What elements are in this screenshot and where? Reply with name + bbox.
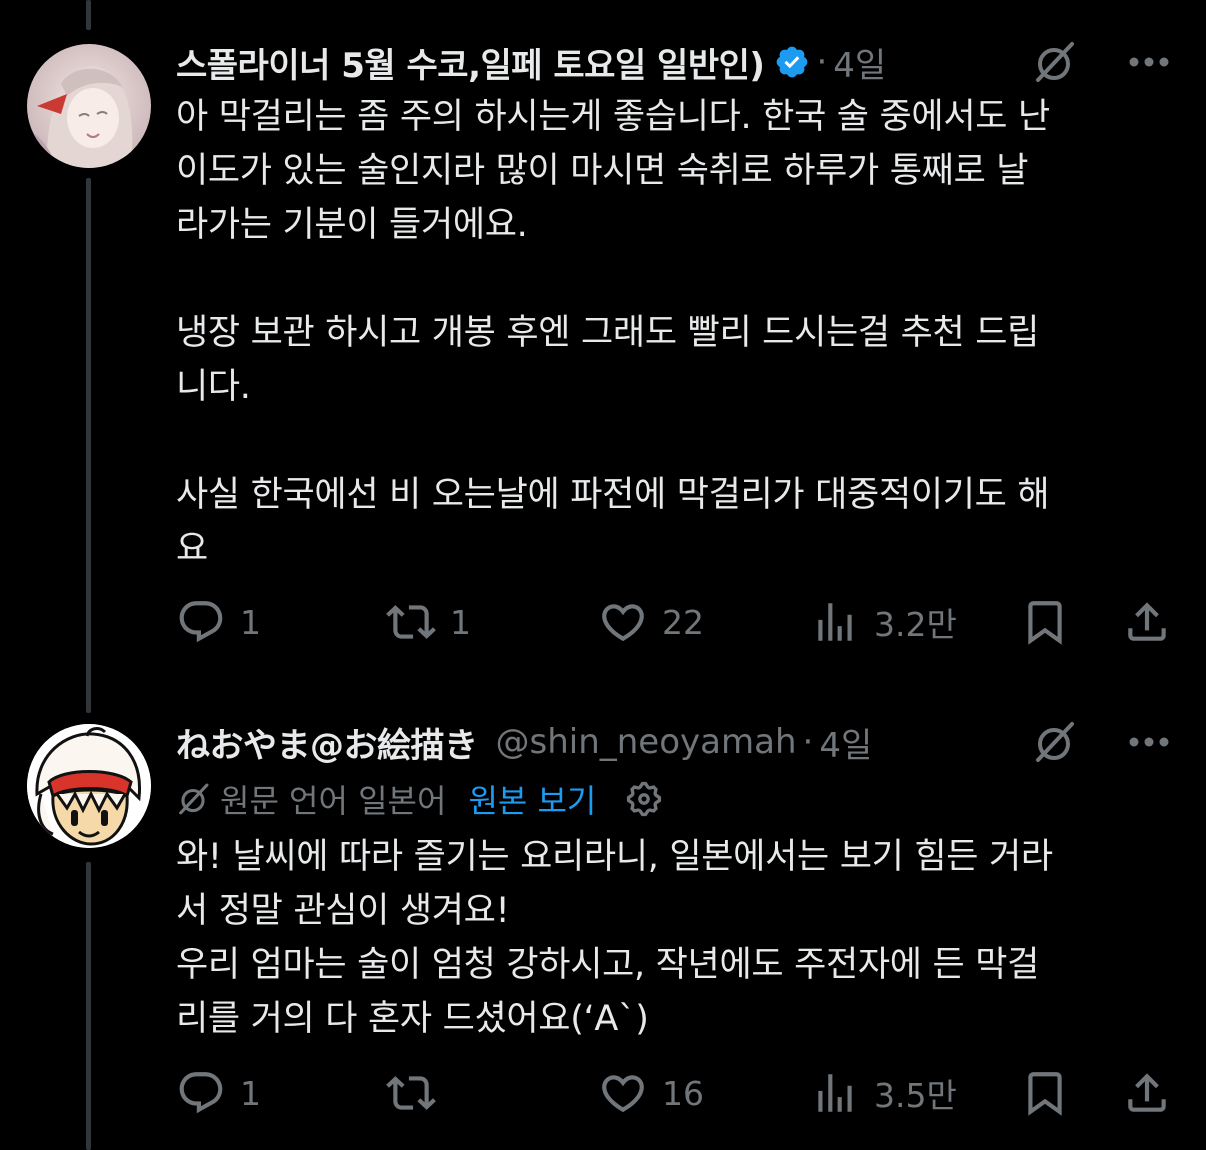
grok-icon[interactable]: [1032, 40, 1076, 84]
views-count: 3.2만: [874, 605, 957, 644]
repost-count: 1: [450, 602, 471, 642]
separator-dot: ·: [802, 722, 814, 762]
like-count: 22: [662, 602, 704, 642]
action-bar: 1 16 3.5만: [176, 1068, 1170, 1118]
post-header-icons: [1032, 32, 1170, 92]
bookmark-button[interactable]: [1020, 597, 1070, 647]
like-icon: [602, 1075, 644, 1113]
verified-icon: [777, 46, 808, 78]
view-original-link[interactable]: 원본 보기: [468, 776, 596, 822]
display-name[interactable]: 스폴라이너 5월 수코,일페 토요일 일반인): [176, 38, 765, 87]
action-bar: 1 1 22 3.2만: [176, 597, 1170, 647]
thread-line-bottom: [86, 862, 91, 1150]
avatar[interactable]: [27, 724, 151, 848]
more-icon[interactable]: [1128, 736, 1170, 748]
display-name[interactable]: ねおやま@お絵描き: [176, 718, 478, 767]
reply-icon: [179, 1072, 223, 1114]
views-button[interactable]: 3.5만: [810, 1068, 957, 1118]
share-icon: [1128, 602, 1166, 641]
reply-count: 1: [240, 1073, 261, 1113]
grok-icon[interactable]: [1032, 720, 1076, 764]
repost-button[interactable]: [386, 1068, 450, 1118]
translation-bar: 원문 언어 일본어 원본 보기: [176, 770, 1206, 828]
like-button[interactable]: 22: [598, 597, 704, 647]
translation-language-label: 원문 언어 일본어: [220, 782, 447, 820]
reply-icon: [179, 601, 223, 643]
views-icon: [818, 603, 852, 641]
more-icon[interactable]: [1128, 56, 1170, 68]
thread: 스폴라이너 5월 수코,일페 토요일 일반인) · 4일 아 막걸리는 좀 주의…: [0, 0, 1206, 1150]
bookmark-icon: [1028, 1072, 1062, 1116]
avatar[interactable]: [27, 44, 151, 168]
post-content: 스폴라이너 5월 수코,일페 토요일 일반인) · 4일 아 막걸리는 좀 주의…: [176, 40, 1206, 576]
reply-count: 1: [240, 602, 261, 642]
thread-line-top: [86, 0, 91, 30]
post-text: 아 막걸리는 좀 주의 하시는게 좋습니다. 한국 술 중에서도 난 이도가 있…: [176, 97, 1050, 569]
handle[interactable]: @shin_neoyamah: [496, 722, 797, 762]
repost-icon: [386, 605, 436, 639]
share-button[interactable]: [1122, 597, 1172, 647]
timestamp[interactable]: 4일: [833, 38, 886, 87]
repost-icon: [386, 1076, 436, 1110]
gear-icon[interactable]: [624, 779, 664, 819]
separator-dot: ·: [816, 42, 828, 82]
reply-button[interactable]: 1: [176, 597, 261, 647]
like-icon: [602, 604, 644, 642]
like-count: 16: [662, 1073, 704, 1113]
like-button[interactable]: 16: [598, 1068, 704, 1118]
views-button[interactable]: 3.2만: [810, 597, 957, 647]
bookmark-icon: [1028, 601, 1062, 645]
views-icon: [818, 1074, 852, 1112]
bookmark-button[interactable]: [1020, 1068, 1070, 1118]
translate-icon: [179, 783, 209, 815]
thread-line-middle: [86, 178, 91, 713]
reply-button[interactable]: 1: [176, 1068, 261, 1118]
timestamp[interactable]: 4일: [819, 718, 872, 767]
post-text: 와! 날씨에 따라 즐기는 요리라니, 일본에서는 보기 힘든 거라 서 정말 …: [176, 837, 1053, 1039]
post-header-icons: [1032, 712, 1170, 772]
views-count: 3.5만: [874, 1076, 957, 1115]
share-icon: [1128, 1073, 1166, 1112]
repost-button[interactable]: 1: [386, 597, 471, 647]
share-button[interactable]: [1122, 1068, 1172, 1118]
